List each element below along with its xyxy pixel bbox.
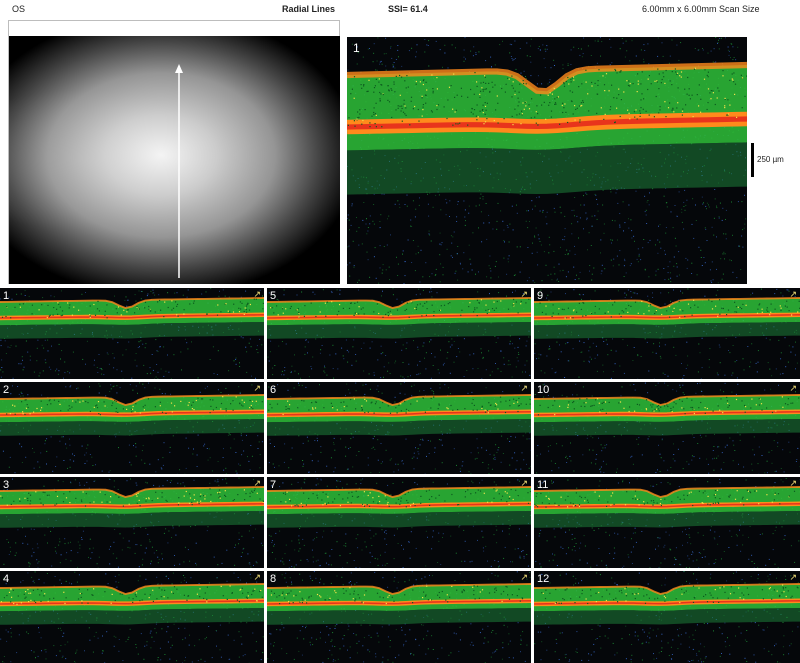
thumbnail-bscan[interactable]: 9 ↗ <box>534 288 800 379</box>
thumbnail-scan-number: 10 <box>537 384 550 396</box>
main-bscan: 1 <box>347 37 747 284</box>
fundus-image <box>9 36 340 284</box>
scan-line-overlay <box>175 64 183 278</box>
thumbnail-bscan[interactable]: 10 ↗ <box>534 382 800 474</box>
oct-tomogram <box>267 382 531 474</box>
thumbnail-bscan[interactable]: 3 ↗ <box>0 477 264 568</box>
thumbnail-scan-number: 8 <box>270 573 277 585</box>
oct-tomogram <box>534 382 800 474</box>
arrow-icon: ↗ <box>789 572 797 582</box>
oct-tomogram <box>267 288 531 379</box>
arrow-icon: ↗ <box>520 478 528 488</box>
thumbnail-scan-number: 5 <box>270 290 277 302</box>
arrow-icon <box>175 64 183 73</box>
oct-tomogram <box>0 477 264 568</box>
thumbnail-bscan[interactable]: 5 ↗ <box>267 288 531 379</box>
thumbnail-scan-number: 11 <box>537 479 549 491</box>
arrow-icon: ↗ <box>789 383 797 393</box>
arrow-icon: ↗ <box>253 572 261 582</box>
oct-tomogram <box>0 288 264 379</box>
thumbnail-scan-number: 4 <box>3 573 10 585</box>
arrow-icon: ↗ <box>253 478 261 488</box>
eye-label: OS <box>12 4 26 14</box>
thumbnail-bscan[interactable]: 6 ↗ <box>267 382 531 474</box>
thumbnail-scan-number: 2 <box>3 384 10 396</box>
thumbnail-bscan[interactable]: 11 ↗ <box>534 477 800 568</box>
arrow-icon: ↗ <box>789 289 797 299</box>
oct-tomogram <box>534 571 800 663</box>
thumbnail-scan-number: 1 <box>3 290 10 302</box>
thumbnail-scan-number: 3 <box>3 479 10 491</box>
oct-tomogram <box>0 382 264 474</box>
arrow-icon: ↗ <box>520 572 528 582</box>
thumbnail-scan-number: 12 <box>537 573 550 585</box>
scale-bar <box>751 143 754 177</box>
arrow-icon: ↗ <box>789 478 797 488</box>
thumbnail-scan-number: 7 <box>270 479 277 491</box>
oct-tomogram <box>534 288 800 379</box>
thumbnail-bscan[interactable]: 1 ↗ <box>0 288 264 379</box>
oct-tomogram <box>347 37 747 284</box>
arrow-icon: ↗ <box>520 383 528 393</box>
arrow-icon: ↗ <box>253 383 261 393</box>
oct-tomogram <box>0 571 264 663</box>
ssi-label: SSI= 61.4 <box>388 4 428 14</box>
thumbnail-scan-number: 9 <box>537 290 544 302</box>
scan-pattern-label: Radial Lines <box>282 4 336 14</box>
thumbnail-bscan[interactable]: 12 ↗ <box>534 571 800 663</box>
scale-label: 250 µm <box>757 155 784 164</box>
thumbnail-bscan[interactable]: 2 ↗ <box>0 382 264 474</box>
thumbnail-bscan[interactable]: 4 ↗ <box>0 571 264 663</box>
oct-tomogram <box>267 571 531 663</box>
scan-size-label: 6.00mm x 6.00mm Scan Size <box>642 4 760 14</box>
thumbnail-scan-number: 6 <box>270 384 277 396</box>
oct-tomogram <box>534 478 800 568</box>
oct-tomogram <box>267 478 531 568</box>
thumbnail-bscan[interactable]: 7 ↗ <box>267 477 531 568</box>
arrow-icon: ↗ <box>520 289 528 299</box>
main-scan-number: 1 <box>353 41 360 55</box>
thumbnail-bscan[interactable]: 8 ↗ <box>267 571 531 663</box>
arrow-icon: ↗ <box>253 289 261 299</box>
